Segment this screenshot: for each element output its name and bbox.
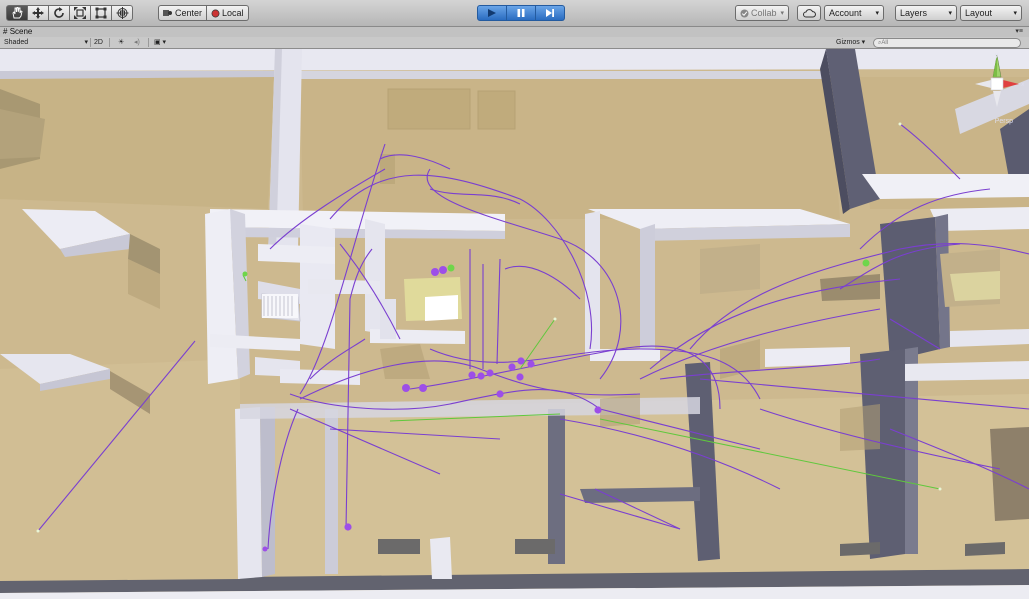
step-icon xyxy=(546,9,554,17)
transform-tool-icon xyxy=(116,7,128,19)
main-toolbar: Center Local Collab ▾ Account ▾ Layers ▾… xyxy=(0,0,1029,27)
rotate-tool-button[interactable] xyxy=(49,5,70,21)
layers-label: Layers xyxy=(900,8,928,18)
tab-scene[interactable]: # Scene xyxy=(3,27,32,36)
play-button[interactable] xyxy=(477,5,507,21)
layers-caret-icon: ▾ xyxy=(948,10,952,17)
layout-group: Layout ▾ xyxy=(960,5,1022,21)
account-label: Account xyxy=(829,8,862,18)
scale-tool-button[interactable] xyxy=(70,5,91,21)
transform-tools xyxy=(6,5,133,21)
scale-tool-icon xyxy=(74,7,86,19)
shading-mode-dropdown[interactable]: Shaded ▾ xyxy=(4,38,88,47)
move-tool-button[interactable] xyxy=(28,5,49,21)
cloud-button[interactable] xyxy=(797,5,821,21)
account-dropdown[interactable]: Account ▾ xyxy=(824,5,884,21)
shading-caret-icon: ▾ xyxy=(84,39,88,46)
scene-view-toolbar: Shaded ▾ 2D ☀ ◂) ▣ ▾ Gizmos ▾ ⌕All xyxy=(0,37,1029,49)
hand-tool-button[interactable] xyxy=(6,5,28,21)
local-space-icon xyxy=(211,9,220,17)
window-tab-bar: # Scene ▾≡ xyxy=(0,27,1029,37)
effects-icon[interactable]: ▣ ▾ xyxy=(154,38,166,47)
shading-mode-label: Shaded xyxy=(4,39,29,46)
pivot-center-icon xyxy=(163,10,172,16)
layout-dropdown[interactable]: Layout ▾ xyxy=(960,5,1022,21)
scene-grid-icon: # xyxy=(3,27,8,36)
tab-scene-label: Scene xyxy=(9,27,33,36)
search-placeholder: All xyxy=(881,40,889,46)
pivot-center-button[interactable]: Center xyxy=(158,5,208,21)
pivot-local-label: Local xyxy=(222,8,244,18)
collab-check-icon xyxy=(740,9,749,17)
layers-dropdown[interactable]: Layers ▾ xyxy=(895,5,957,21)
account-caret-icon: ▾ xyxy=(875,10,879,17)
mode-2d-toggle[interactable]: 2D xyxy=(94,38,103,47)
account-group: Account ▾ xyxy=(824,5,884,21)
rect-tool-icon xyxy=(95,7,107,19)
collab-label: Collab xyxy=(751,8,777,18)
scene-viewport[interactable]: y x Persp xyxy=(0,49,1029,599)
pause-button[interactable] xyxy=(507,5,536,21)
scene-render xyxy=(0,49,1029,599)
cloud-icon xyxy=(802,8,816,17)
collab-button[interactable]: Collab ▾ xyxy=(735,5,790,21)
scene-search-input[interactable]: ⌕All xyxy=(873,38,1021,48)
collab-caret-icon: ▾ xyxy=(780,10,785,17)
rect-tool-button[interactable] xyxy=(91,5,112,21)
audio-icon[interactable]: ◂) xyxy=(134,38,140,47)
pivot-local-button[interactable]: Local xyxy=(207,5,249,21)
hand-tool-icon xyxy=(12,7,23,19)
pivot-toggles: Center Local xyxy=(158,5,249,21)
layout-caret-icon: ▾ xyxy=(1013,10,1017,17)
layers-group: Layers ▾ xyxy=(895,5,957,21)
playback-controls xyxy=(477,5,565,21)
toolbar-divider xyxy=(148,38,149,47)
move-tool-icon xyxy=(32,7,44,19)
cloud-group xyxy=(797,5,821,21)
projection-label[interactable]: Persp xyxy=(995,118,1013,125)
svg-text:x: x xyxy=(1021,81,1025,88)
pivot-center-label: Center xyxy=(175,8,203,18)
rotate-tool-icon xyxy=(54,7,64,18)
play-icon xyxy=(488,9,496,17)
transform-tool-button[interactable] xyxy=(112,5,133,21)
collab-group: Collab ▾ xyxy=(735,5,790,21)
toolbar-divider xyxy=(90,38,91,47)
tab-options-icon[interactable]: ▾≡ xyxy=(1015,27,1023,35)
svg-text:y: y xyxy=(995,52,999,59)
step-button[interactable] xyxy=(536,5,565,21)
gizmos-label: Gizmos xyxy=(836,39,860,46)
lighting-icon[interactable]: ☀ xyxy=(118,38,124,47)
mode-2d-label: 2D xyxy=(94,39,103,46)
toolbar-divider xyxy=(109,38,110,47)
gizmos-dropdown[interactable]: Gizmos ▾ xyxy=(836,38,865,47)
layout-label: Layout xyxy=(965,8,993,18)
pause-icon xyxy=(517,9,525,17)
